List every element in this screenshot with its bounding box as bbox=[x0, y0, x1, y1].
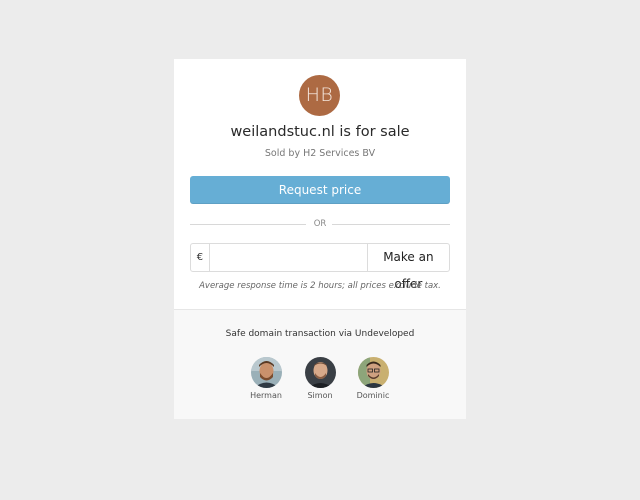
response-time-note: Average response time is 2 hours; all pr… bbox=[199, 281, 441, 291]
team-member-simon: Simon bbox=[293, 357, 347, 400]
offer-amount-input[interactable] bbox=[209, 244, 367, 271]
currency-symbol: € bbox=[191, 244, 210, 271]
listing-section: HB weilandstuc.nl is for sale Sold by H2… bbox=[174, 59, 466, 309]
dominic-avatar bbox=[357, 357, 389, 388]
seller-name: Sold by H2 Services BV bbox=[264, 148, 376, 159]
divider-line-right bbox=[332, 224, 450, 225]
simon-avatar bbox=[304, 357, 336, 388]
safe-transaction-text: Safe domain transaction via Undeveloped bbox=[225, 329, 415, 339]
seller-initials-avatar: HB bbox=[299, 75, 340, 116]
team-member-name: Herman bbox=[250, 391, 282, 400]
team-member-dominic: Dominic bbox=[346, 357, 400, 400]
trust-footer: Safe domain transaction via Undeveloped … bbox=[174, 309, 466, 419]
team-member-herman: Herman bbox=[239, 357, 293, 400]
team-list: Herman Simon Dominic bbox=[174, 357, 466, 407]
request-price-button[interactable]: Request price bbox=[190, 176, 450, 204]
team-member-name: Simon bbox=[307, 391, 333, 400]
or-divider: OR bbox=[190, 217, 450, 231]
offer-form: € Make an offer bbox=[190, 243, 450, 291]
herman-avatar bbox=[250, 357, 282, 388]
sale-card: HB weilandstuc.nl is for sale Sold by H2… bbox=[174, 59, 466, 419]
team-member-name: Dominic bbox=[356, 391, 390, 400]
make-offer-button[interactable]: Make an offer bbox=[366, 244, 449, 291]
page-title: weilandstuc.nl is for sale bbox=[230, 124, 410, 140]
